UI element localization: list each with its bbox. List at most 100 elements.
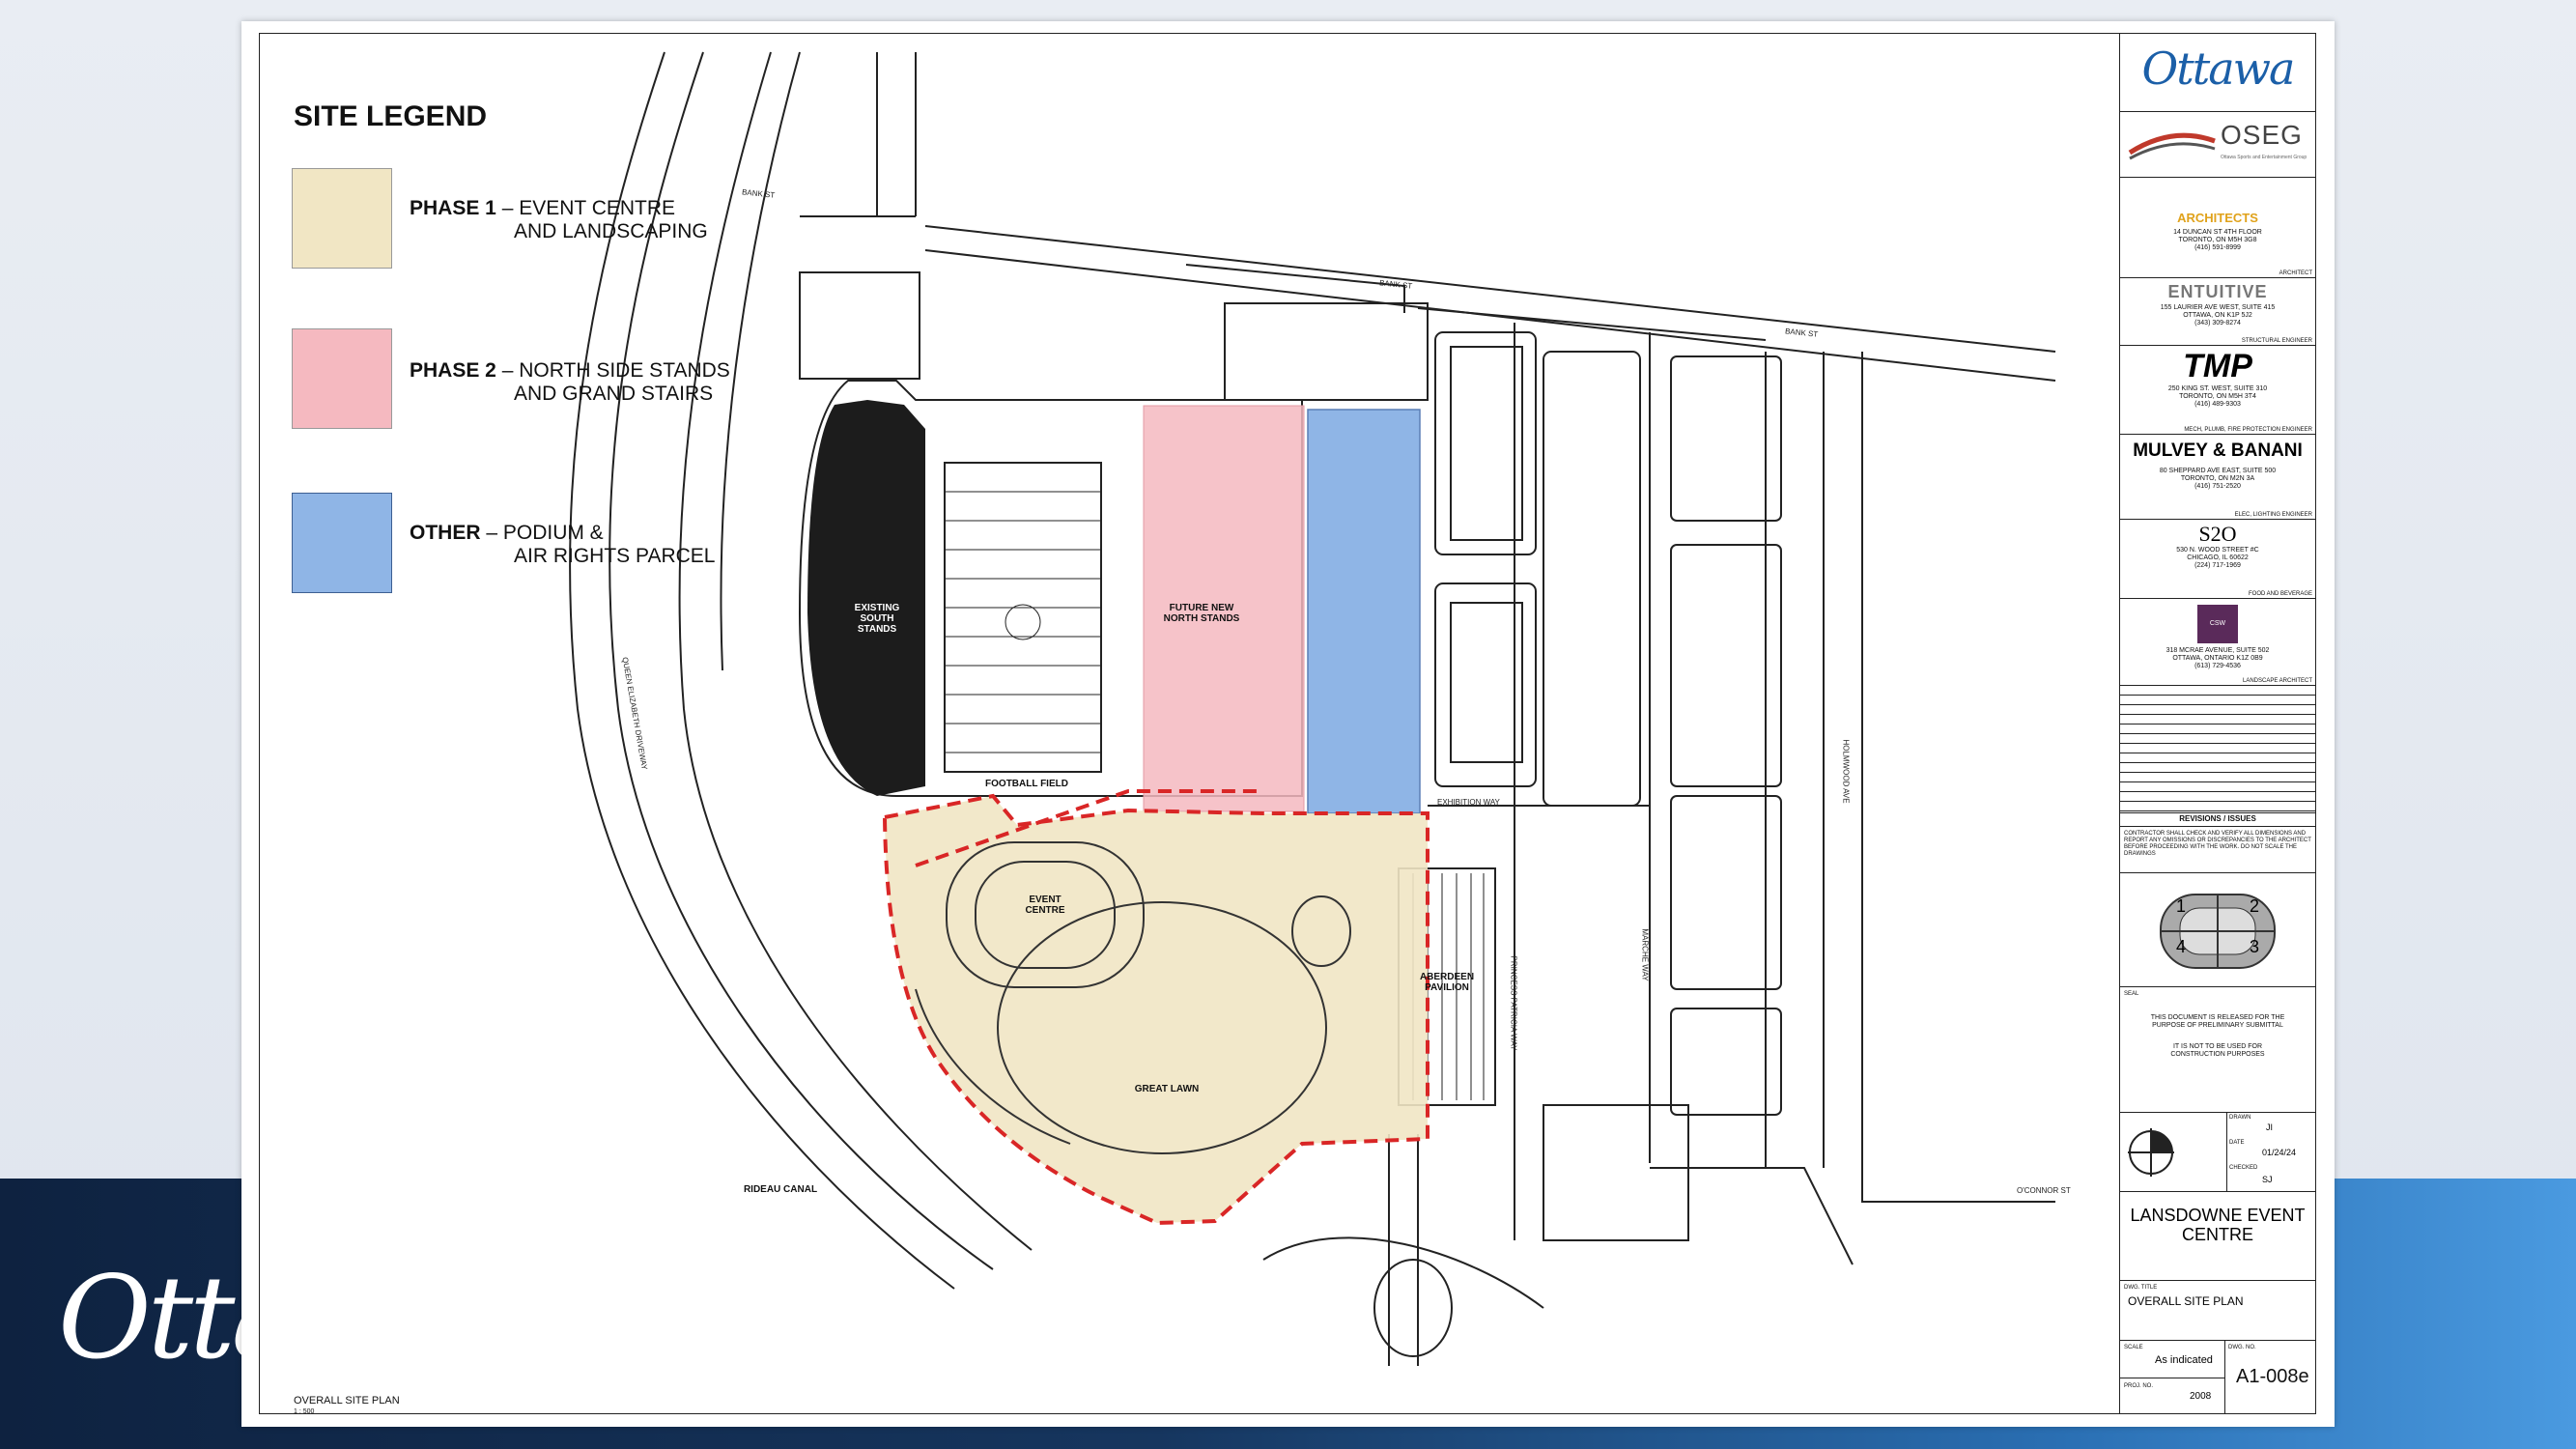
key-plan-number-2: 2 xyxy=(2250,896,2260,916)
legend-swatch-phase-2 xyxy=(292,328,392,429)
south-roundabout xyxy=(1373,1259,1453,1357)
architect-role: ARCHITECT xyxy=(2279,270,2312,276)
structural-name: ENTUITIVE xyxy=(2167,282,2268,301)
phase-1-area xyxy=(885,796,1428,1223)
checked-label: CHECKED xyxy=(2229,1165,2258,1171)
proj-no-label: PROJ. NO. xyxy=(2124,1383,2154,1389)
football-field-outline xyxy=(944,462,1102,773)
tb-dwg-title-cell: DWG. TITLE OVERALL SITE PLAN xyxy=(2120,1281,2315,1341)
oseg-subtitle: Ottawa Sports and Entertainment Group xyxy=(2221,155,2307,160)
street-marche-way: MARCHE WAY xyxy=(1640,928,1650,981)
label-football-field: FOOTBALL FIELD xyxy=(985,779,1068,789)
disclaimer-text: CONTRACTOR SHALL CHECK AND VERIFY ALL DI… xyxy=(2124,831,2311,857)
legend-line1-phase-2: – NORTH SIDE STANDS xyxy=(495,359,730,382)
electrical-address: 80 SHEPPARD AVE EAST, SUITE 500 TORONTO,… xyxy=(2159,468,2277,490)
other-podium-area xyxy=(1307,409,1421,814)
north-west-block xyxy=(799,271,920,380)
legend-line2-phase-1: AND LANDSCAPING xyxy=(514,220,708,242)
electrical-name: MULVEY & BANANI xyxy=(2133,440,2303,461)
legend-item-phase-2: PHASE 2 – NORTH SIDE STANDS AND GRAND ST… xyxy=(410,359,730,406)
tb-revisions-table xyxy=(2120,686,2315,813)
legend-lead-phase-1: PHASE 1 xyxy=(410,197,496,219)
scale-block: SCALE As indicated PROJ. NO. 2008 xyxy=(2120,1341,2225,1414)
architect-name: ARCHITECTS xyxy=(2177,211,2258,225)
tb-client-cell: Ottawa xyxy=(2120,33,2315,112)
tb-revisions-title-cell: REVISIONS / ISSUES xyxy=(2120,813,2315,827)
south-road-curve xyxy=(1262,1236,1544,1309)
north-block xyxy=(1224,302,1429,401)
drawn-value: JI xyxy=(2266,1122,2274,1132)
label-event-centre: EVENT CENTRE xyxy=(1025,895,1065,916)
east-block-5 xyxy=(1670,544,1782,787)
architect-address: 14 DUNCAN ST 4TH FLOOR TORONTO, ON M5H 3… xyxy=(2173,229,2262,251)
tb-seal-cell: SEAL THIS DOCUMENT IS RELEASED FOR THE P… xyxy=(2120,987,2315,1113)
tb-food-cell: S2O 530 N. WOOD STREET #C CHICAGO, IL 60… xyxy=(2120,520,2315,599)
legend-lead-other: OTHER xyxy=(410,522,481,544)
revisions-title: REVISIONS / ISSUES xyxy=(2179,814,2256,823)
date-value: 01/24/24 xyxy=(2262,1148,2297,1157)
oconnor-st-corner xyxy=(1650,1167,1854,1265)
landscape-logo: CSW xyxy=(2197,605,2238,643)
label-aberdeen-pavilion: ABERDEEN PAVILION xyxy=(1419,972,1475,993)
east-block-7 xyxy=(1670,1008,1782,1116)
south-road-edges xyxy=(1388,1134,1419,1366)
north-arrow-icon xyxy=(2128,1128,2174,1177)
legend-title: SITE LEGEND xyxy=(294,100,488,132)
east-block-2-inner xyxy=(1450,602,1523,763)
east-block-3 xyxy=(1543,351,1641,807)
legend-swatch-other xyxy=(292,493,392,593)
electrical-role: ELEC, LIGHTING ENGINEER xyxy=(2234,512,2312,518)
checked-value: SJ xyxy=(2262,1175,2273,1184)
oseg-logo-text: OSEG xyxy=(2221,120,2303,150)
food-role: FOOD AND BEVERAGE xyxy=(2248,591,2312,597)
seal-text-1: THIS DOCUMENT IS RELEASED FOR THE PURPOS… xyxy=(2150,1014,2285,1029)
legend-swatch-phase-1 xyxy=(292,168,392,269)
oseg-swoosh-icon xyxy=(2128,132,2216,160)
mep-address: 250 KING ST. WEST, SUITE 310 TORONTO, ON… xyxy=(2167,385,2268,408)
east-block-8 xyxy=(1543,1104,1689,1241)
ottawa-logo: Ottawa xyxy=(2141,43,2296,95)
date-label: DATE xyxy=(2229,1140,2245,1146)
tb-architect-cell: ARCHITECTS 14 DUNCAN ST 4TH FLOOR TORONT… xyxy=(2120,178,2315,278)
drawing-number: A1-008e xyxy=(2236,1366,2309,1387)
landscape-address: 318 MCRAE AVENUE, SUITE 502 OTTAWA, ONTA… xyxy=(2166,647,2270,669)
oconnor-st-edge xyxy=(1861,352,2055,1203)
label-great-lawn: GREAT LAWN xyxy=(1134,1084,1200,1094)
key-plan-number-3: 3 xyxy=(2250,937,2260,956)
project-name: LANSDOWNE EVENT CENTRE xyxy=(2130,1206,2306,1244)
dwg-title: OVERALL SITE PLAN xyxy=(2128,1294,2244,1308)
bank-st-corner xyxy=(1185,264,1405,313)
seal-label: SEAL xyxy=(2124,991,2139,997)
proj-no-value: 2008 xyxy=(2190,1391,2212,1402)
structural-role: STRUCTURAL ENGINEER xyxy=(2241,338,2312,344)
seal-text-2: IT IS NOT TO BE USED FOR CONSTRUCTION PU… xyxy=(2170,1043,2265,1058)
drawing-sheet: SITE LEGEND PHASE 1 – EVENT CENTRE AND L… xyxy=(241,21,2335,1427)
tb-drawn-cell: DRAWN JI DATE 01/24/24 CHECKED SJ xyxy=(2120,1113,2315,1192)
tb-electrical-cell: MULVEY & BANANI 80 SHEPPARD AVE EAST, SU… xyxy=(2120,435,2315,520)
landscape-role: LANDSCAPE ARCHITECT xyxy=(2242,678,2312,684)
tb-key-plan-cell: 1 2 3 4 xyxy=(2120,873,2315,987)
legend-line1-phase-1: – EVENT CENTRE xyxy=(495,197,676,219)
legend-line2-phase-2: AND GRAND STAIRS xyxy=(514,383,714,405)
plan-scale: 1 : 500 xyxy=(294,1408,315,1415)
drawn-label: DRAWN xyxy=(2229,1115,2251,1121)
existing-south-stands-fill xyxy=(807,400,925,796)
title-block: Ottawa OSEG Ottawa Sports and Entertainm… xyxy=(2119,33,2316,1414)
drawn-info: DRAWN JI DATE 01/24/24 CHECKED SJ xyxy=(2226,1113,2315,1191)
east-block-6 xyxy=(1670,795,1782,990)
street-princess-patricia: PRINCESS PATRICIA WAY xyxy=(1509,955,1518,1051)
legend-item-phase-1: PHASE 1 – EVENT CENTRE AND LANDSCAPING xyxy=(410,197,708,243)
key-plan-number-1: 1 xyxy=(2176,896,2187,916)
label-future-north-stands: FUTURE NEW NORTH STANDS xyxy=(1163,603,1240,624)
tb-disclaimer-cell: CONTRACTOR SHALL CHECK AND VERIFY ALL DI… xyxy=(2120,827,2315,873)
legend-line2-other: AIR RIGHTS PARCEL xyxy=(514,545,716,567)
key-plan-icon xyxy=(2160,894,2276,969)
legend-item-other: OTHER – PODIUM & AIR RIGHTS PARCEL xyxy=(410,522,715,568)
tb-oseg-cell: OSEG Ottawa Sports and Entertainment Gro… xyxy=(2120,112,2315,178)
tb-dwg-no-cell: SCALE As indicated PROJ. NO. 2008 DWG. N… xyxy=(2120,1341,2315,1414)
tb-structural-cell: ENTUITIVE 155 LAURIER AVE WEST, SUITE 41… xyxy=(2120,278,2315,346)
key-plan-number-4: 4 xyxy=(2176,937,2187,956)
scale-value: As indicated xyxy=(2155,1354,2213,1366)
scale-label: SCALE xyxy=(2124,1345,2143,1350)
legend-line1-other: – PODIUM & xyxy=(480,522,604,544)
